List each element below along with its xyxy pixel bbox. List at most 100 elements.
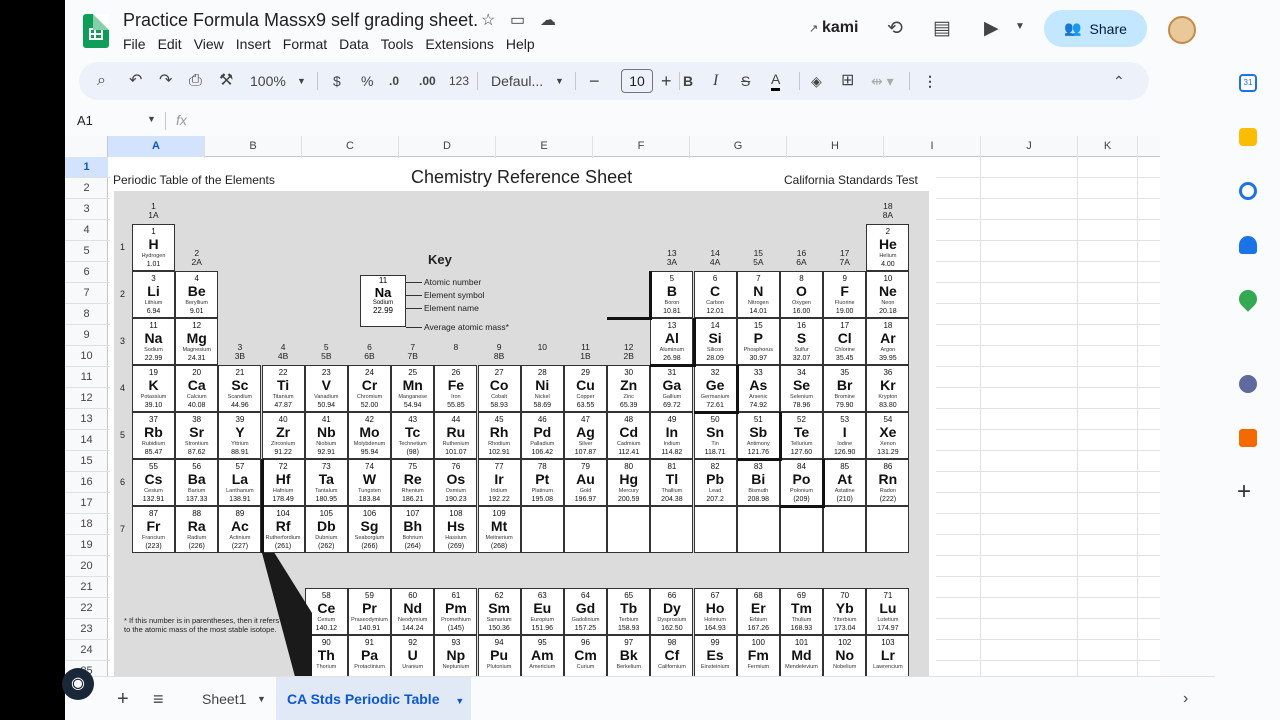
column-header-d[interactable]: D [399, 136, 496, 157]
menu-tools[interactable]: Tools [375, 35, 420, 53]
column-header-h[interactable]: H [787, 136, 884, 157]
menu-view[interactable]: View [188, 35, 230, 53]
column-header-j[interactable]: J [981, 136, 1078, 157]
row-header-5[interactable]: 5 [65, 241, 108, 262]
row-header-4[interactable]: 4 [65, 220, 108, 241]
text-color-icon[interactable]: A [771, 70, 781, 91]
contacts-icon[interactable] [1239, 236, 1257, 254]
calendar-icon[interactable]: 31 [1239, 74, 1257, 92]
bold-icon[interactable]: B [683, 70, 693, 92]
row-header-17[interactable]: 17 [65, 493, 108, 514]
undo-icon[interactable]: ↶ [129, 70, 142, 92]
row-header-11[interactable]: 11 [65, 367, 108, 388]
row-header-23[interactable]: 23 [65, 619, 108, 640]
font-chevron-icon[interactable]: ▼ [555, 70, 564, 92]
all-sheets-icon[interactable]: ≡ [153, 677, 164, 720]
spreadsheet-grid[interactable]: ABCDEFGHIJK 1 2 3 4 5 6 7 8 9 10 11 12 13 14 15 16 17 18 1… [65, 136, 1160, 676]
column-header-g[interactable]: G [690, 136, 787, 157]
star-icon[interactable]: ☆ [481, 10, 495, 30]
cloud-status-icon[interactable]: ☁ [540, 10, 556, 30]
kami-extension-button[interactable]: kami [822, 19, 858, 37]
row-header-18[interactable]: 18 [65, 514, 108, 535]
more-formats-button[interactable]: 123 [449, 70, 469, 92]
move-folder-icon[interactable]: ▭ [510, 10, 525, 30]
fill-color-icon[interactable]: ◈ [811, 70, 822, 92]
avatar[interactable] [1168, 16, 1196, 44]
tasks-icon[interactable] [1239, 182, 1257, 200]
sheets-logo-icon[interactable] [83, 14, 109, 48]
row-header-10[interactable]: 10 [65, 346, 108, 367]
paint-format-icon[interactable]: ⚒ [219, 70, 233, 92]
row-header-19[interactable]: 19 [65, 535, 108, 556]
format-percent-button[interactable]: % [361, 70, 373, 92]
row-header-24[interactable]: 24 [65, 640, 108, 661]
collapse-menus-icon[interactable]: ⌃ [1113, 70, 1125, 92]
column-header-f[interactable]: F [593, 136, 690, 157]
name-box[interactable]: A1 [77, 113, 93, 128]
increase-decimal-button[interactable]: .00 [419, 70, 436, 92]
zoom-chevron-icon[interactable]: ▼ [297, 70, 306, 92]
borders-icon[interactable]: ⊞ [841, 70, 854, 92]
row-header-15[interactable]: 15 [65, 451, 108, 472]
select-all-corner[interactable] [65, 136, 108, 157]
tab-ca-stds-periodic-table[interactable]: CA Stds Periodic Table ▼ [276, 677, 471, 720]
row-header-7[interactable]: 7 [65, 283, 108, 304]
format-currency-button[interactable]: $ [333, 70, 341, 92]
column-header-k[interactable]: K [1078, 136, 1138, 157]
version-history-icon[interactable]: ⟲ [887, 17, 903, 40]
explore-chevron-icon[interactable]: › [1183, 677, 1188, 720]
menu-format[interactable]: Format [277, 35, 333, 53]
search-menus-icon[interactable]: ⌕ [97, 70, 106, 92]
row-header-14[interactable]: 14 [65, 430, 108, 451]
menu-file[interactable]: File [123, 35, 152, 53]
decrease-font-size-button[interactable]: − [589, 70, 600, 92]
menu-extensions[interactable]: Extensions [419, 35, 499, 53]
name-box-chevron-icon[interactable]: ▼ [147, 114, 156, 124]
row-header-2[interactable]: 2 [65, 178, 108, 199]
get-addons-plus-icon[interactable]: + [1237, 478, 1251, 506]
meet-video-icon[interactable]: ▶ [984, 17, 999, 40]
row-header-22[interactable]: 22 [65, 598, 108, 619]
menu-help[interactable]: Help [500, 35, 541, 53]
column-header-i[interactable]: I [884, 136, 981, 157]
meet-dropdown-chevron-icon[interactable]: ▼ [1015, 21, 1025, 32]
add-sheet-icon[interactable]: + [117, 677, 129, 720]
row-header-21[interactable]: 21 [65, 577, 108, 598]
menu-edit[interactable]: Edit [152, 35, 188, 53]
column-header-c[interactable]: C [302, 136, 399, 157]
addon-owl-icon[interactable] [1239, 375, 1257, 393]
row-header-3[interactable]: 3 [65, 199, 108, 220]
row-header-16[interactable]: 16 [65, 472, 108, 493]
print-icon[interactable]: ⎙ [189, 70, 202, 92]
font-family-select[interactable]: Defaul... [491, 70, 543, 92]
maps-icon[interactable] [1235, 286, 1261, 312]
italic-icon[interactable]: I [713, 70, 718, 92]
tab-sheet1[interactable]: Sheet1 [202, 677, 246, 720]
accessibility-assistant-icon[interactable]: ◉ [62, 668, 94, 700]
merge-cells-icon[interactable]: ⇹ ▾ [871, 70, 894, 92]
row-header-1[interactable]: 1 [65, 157, 108, 178]
menu-data[interactable]: Data [333, 35, 375, 53]
periodic-table-image[interactable]: Periodic Table of the Elements Chemistry… [110, 158, 936, 676]
comments-icon[interactable]: ▤ [933, 17, 951, 40]
zoom-select[interactable]: 100% [250, 70, 286, 92]
document-title[interactable]: Practice Formula Massx9 self grading she… [123, 10, 478, 31]
row-header-6[interactable]: 6 [65, 262, 108, 283]
formula-input[interactable] [200, 108, 1150, 132]
column-header-e[interactable]: E [496, 136, 593, 157]
row-header-13[interactable]: 13 [65, 409, 108, 430]
tab-active-chevron-icon[interactable]: ▼ [455, 696, 464, 706]
share-button[interactable]: 👥 Share [1044, 10, 1147, 47]
row-header-8[interactable]: 8 [65, 304, 108, 325]
redo-icon[interactable]: ↷ [159, 70, 172, 92]
tab-sheet1-chevron-icon[interactable]: ▼ [257, 677, 266, 720]
column-header-a[interactable]: A [108, 136, 205, 157]
keep-icon[interactable] [1239, 128, 1257, 146]
strikethrough-icon[interactable]: S [741, 70, 750, 92]
font-size-input[interactable]: 10 [621, 69, 653, 93]
addon-office-icon[interactable] [1239, 429, 1257, 447]
row-header-12[interactable]: 12 [65, 388, 108, 409]
menu-insert[interactable]: Insert [230, 35, 277, 53]
more-options-icon[interactable]: ⋮ [923, 70, 937, 92]
column-header-b[interactable]: B [205, 136, 302, 157]
